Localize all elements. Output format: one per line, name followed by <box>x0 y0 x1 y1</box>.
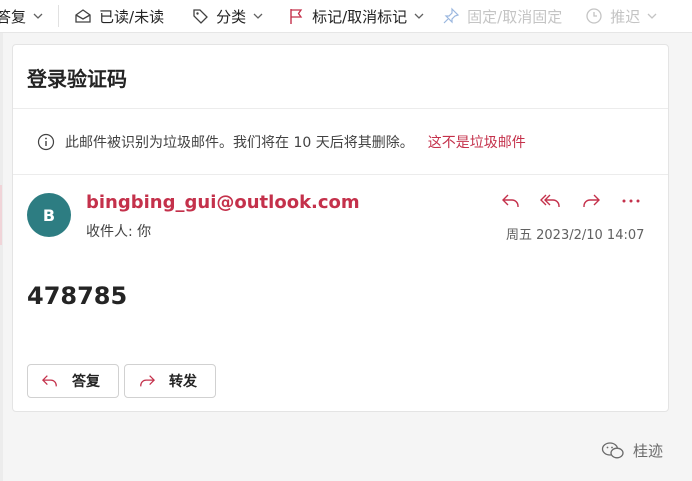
message-date: 周五 2023/2/10 14:07 <box>506 228 645 243</box>
reply-action[interactable] <box>497 190 525 212</box>
reply-button-label: 答复 <box>72 374 100 390</box>
snooze-button[interactable]: 推迟 <box>584 0 658 33</box>
watermark-text: 桂迹 <box>633 442 664 460</box>
forward-button-label: 转发 <box>169 374 197 390</box>
reply-label: 答复 <box>0 7 27 26</box>
categorize-label: 分类 <box>216 7 247 26</box>
pin-label: 固定/取消固定 <box>467 7 563 26</box>
sender-address[interactable]: bingbing_gui@outlook.com <box>86 192 360 213</box>
avatar[interactable]: B <box>27 193 71 237</box>
chevron-down-icon <box>32 10 44 22</box>
more-actions[interactable] <box>617 190 645 212</box>
forward-icon <box>583 194 600 207</box>
watermark: 桂迹 <box>601 440 663 461</box>
message-actions <box>497 190 645 212</box>
reply-icon <box>40 372 60 390</box>
forward-icon <box>137 372 157 390</box>
reply-all-action[interactable] <box>537 190 565 212</box>
message-card: 登录验证码 此邮件被识别为垃圾邮件。我们将在 10 天后将其删除。 这不是垃圾邮… <box>12 44 669 412</box>
selection-indicator <box>0 185 2 245</box>
divider <box>13 108 668 109</box>
divider <box>13 174 668 175</box>
categorize-button[interactable]: 分类 <box>190 0 264 33</box>
forward-action[interactable] <box>577 190 605 212</box>
chevron-down-icon <box>646 10 658 22</box>
recipient-line: 收件人: 你 <box>86 224 152 240</box>
read-unread-label: 已读/未读 <box>99 7 165 26</box>
wechat-icon <box>601 441 625 461</box>
reply-button[interactable]: 答复 <box>27 364 119 398</box>
envelope-open-icon <box>73 6 93 26</box>
reply-all-icon <box>540 194 560 207</box>
toolbar-divider <box>58 5 60 27</box>
command-toolbar: 答复 已读/未读 分类 标记/取消标记 固定/取消固定 推迟 <box>0 0 692 33</box>
forward-button[interactable]: 转发 <box>124 364 216 398</box>
snooze-label: 推迟 <box>610 7 641 26</box>
flag-icon <box>286 6 306 26</box>
junk-notice-text: 此邮件被识别为垃圾邮件。我们将在 10 天后将其删除。 <box>65 135 414 151</box>
clock-icon <box>584 6 604 26</box>
message-subject: 登录验证码 <box>27 67 127 91</box>
more-icon <box>622 199 640 203</box>
tag-icon <box>190 6 210 26</box>
verification-code: 478785 <box>27 282 128 310</box>
junk-notice-bar: 此邮件被识别为垃圾邮件。我们将在 10 天后将其删除。 这不是垃圾邮件 <box>37 131 526 153</box>
chevron-down-icon <box>252 10 264 22</box>
not-junk-link[interactable]: 这不是垃圾邮件 <box>428 132 526 152</box>
pin-icon <box>441 6 461 26</box>
reply-dropdown-button[interactable]: 答复 <box>0 0 44 33</box>
flag-button[interactable]: 标记/取消标记 <box>286 0 425 33</box>
info-icon <box>37 133 55 151</box>
flag-label: 标记/取消标记 <box>312 7 408 26</box>
pin-button[interactable]: 固定/取消固定 <box>441 0 562 33</box>
reply-icon <box>502 194 519 207</box>
left-pane-edge <box>0 33 3 481</box>
chevron-down-icon <box>413 10 425 22</box>
read-unread-button[interactable]: 已读/未读 <box>73 0 164 33</box>
